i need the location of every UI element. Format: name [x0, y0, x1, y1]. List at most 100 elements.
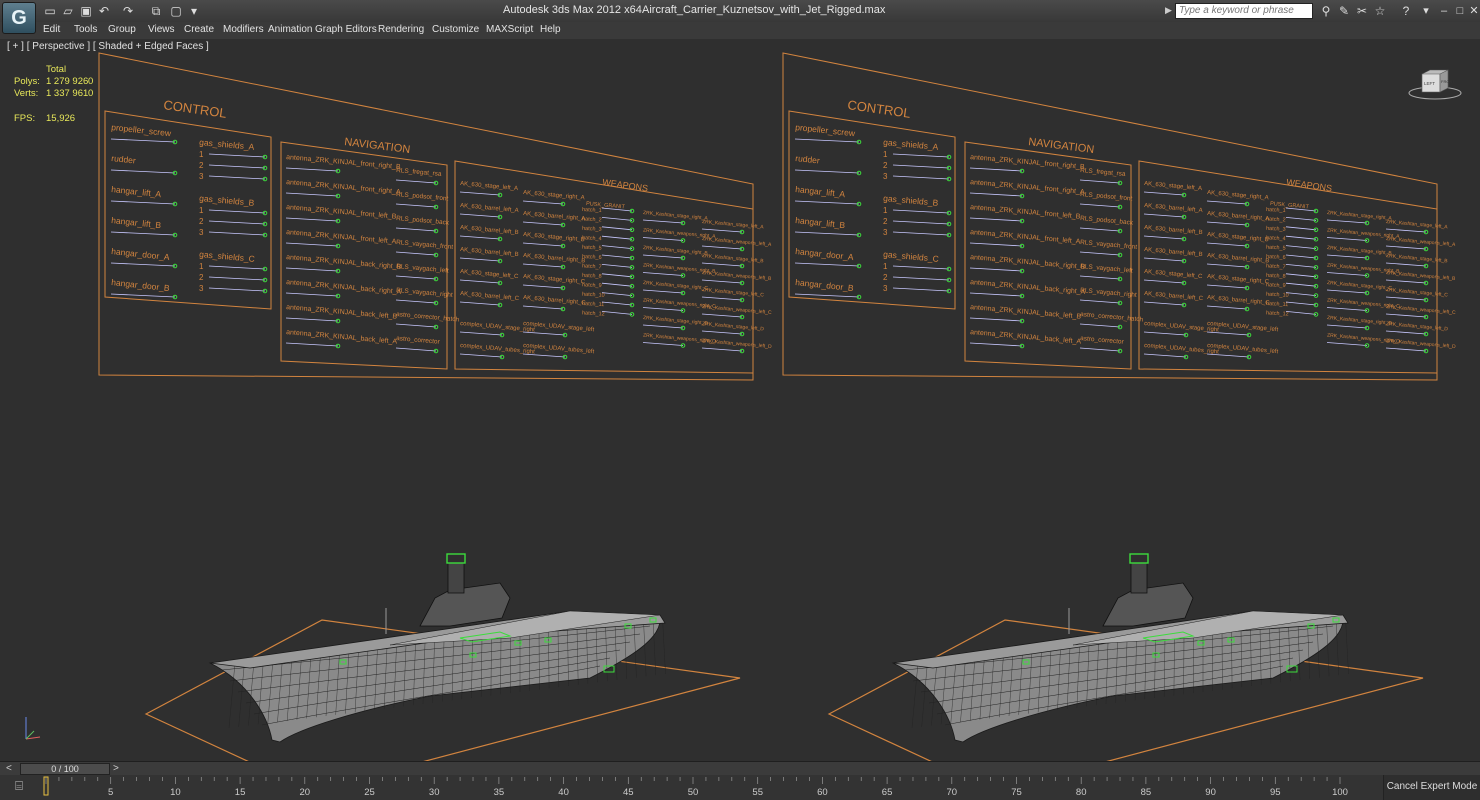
minimize-icon[interactable]: –	[1436, 3, 1452, 19]
weapons-slider	[1326, 289, 1368, 294]
menu-graph-editors[interactable]: Graph Editors	[315, 24, 377, 35]
redo-icon[interactable]: ↷	[120, 3, 136, 19]
weapons-slider	[459, 353, 503, 358]
weapons-label: AK_630_stage_right_A	[1207, 190, 1269, 201]
viewport-label[interactable]: [ + ] [ Perspective ] [ Shaded + Edged F…	[7, 41, 209, 52]
navigation-label: antenna_ZRK_KINJAL_front_left_A	[970, 229, 1081, 246]
app-logo-icon[interactable]: G	[2, 2, 36, 34]
weapons-label: AK_630_barrel_left_C	[1144, 291, 1204, 302]
weapons-label: ZRK_Kashtan_stage_left_B	[1386, 253, 1449, 264]
navigation-slider	[969, 267, 1023, 272]
communication-icon[interactable]: ✂	[1354, 3, 1370, 19]
weapons-slider	[1206, 263, 1248, 268]
navigation-label: astro_corrector	[396, 335, 441, 346]
gas-slider	[892, 153, 950, 158]
control-slider	[110, 262, 176, 267]
menu-help[interactable]: Help	[540, 24, 561, 35]
gas-slider	[892, 265, 950, 270]
new-icon[interactable]: ▭	[42, 3, 58, 19]
menu-views[interactable]: Views	[148, 24, 175, 35]
subscription-icon[interactable]: ✎	[1336, 3, 1352, 19]
weapons-slider	[1206, 221, 1248, 226]
ruler-tick-label: 80	[1076, 787, 1087, 798]
gas-slider	[208, 175, 266, 180]
weapons-slider	[459, 213, 501, 218]
hatch-slider	[601, 235, 633, 240]
gas-number: 1	[883, 262, 888, 271]
curve-editor-icon[interactable]: ⌸	[10, 777, 28, 795]
weapons-slider	[1206, 305, 1248, 310]
help-dropdown-icon[interactable]: ▾	[1418, 3, 1434, 19]
file-title: Aircraft_Carrier_Kuznetsov_with_Jet_Rigg…	[642, 4, 886, 16]
menu-rendering[interactable]: Rendering	[378, 24, 424, 35]
binoculars-icon[interactable]: ⚲	[1318, 3, 1334, 19]
time-slider-thumb[interactable]: 0 / 100	[20, 763, 110, 775]
cancel-expert-mode-button[interactable]: Cancel Expert Mode	[1383, 775, 1480, 800]
weapons-slider	[1385, 313, 1427, 318]
next-frame-button[interactable]: >	[113, 763, 119, 774]
menu-group[interactable]: Group	[108, 24, 136, 35]
gas-number: 2	[199, 217, 204, 226]
hatch-slider	[601, 273, 633, 278]
hatch-label: hatch_6	[582, 254, 602, 261]
app-window: ▭ ▱ ▣ ↶ ↷ ⧉ ▢ ▾ Autodesk 3ds Max 2012 x6…	[0, 0, 1480, 800]
control-title: CONTROL	[847, 97, 912, 121]
menu-modifiers[interactable]: Modifiers	[223, 24, 264, 35]
menu-customize[interactable]: Customize	[432, 24, 479, 35]
navigation-label: astro_corrector_hatch	[1080, 311, 1144, 324]
search-expand-icon[interactable]: ▶	[1165, 5, 1172, 16]
close-icon[interactable]: ✕	[1466, 3, 1480, 19]
navigation-label: antenna_ZRK_KINJAL_back_left_B	[970, 304, 1082, 321]
viewcube[interactable]: LEFT FRONT	[1408, 68, 1462, 100]
gas-number: 3	[883, 172, 888, 181]
hatch-slider	[601, 245, 633, 249]
gas-slider	[892, 287, 950, 292]
gas-slider	[892, 276, 950, 281]
navigation-slider	[395, 347, 437, 352]
menu-create[interactable]: Create	[184, 24, 214, 35]
perspective-viewport[interactable]: CONTROL propeller_screw rudder hangar_lift_…	[0, 39, 1480, 761]
hatch-slider	[1285, 311, 1317, 315]
open-icon[interactable]: ▱	[60, 3, 76, 19]
fps-value: 15,926	[46, 113, 76, 124]
menu-maxscript[interactable]: MAXScript	[486, 24, 533, 35]
menu-tools[interactable]: Tools	[74, 24, 97, 35]
weapons-slider	[522, 263, 564, 268]
weapons-slider	[522, 331, 566, 336]
project-icon[interactable]: ▾	[186, 3, 202, 19]
fetch-icon[interactable]: ▢	[168, 3, 184, 19]
navigation-label: RLS_fregat_rsa	[1080, 167, 1126, 178]
navigation-title: NAVIGATION	[1028, 136, 1095, 156]
navigation-label: RLS_vaygach_front	[1080, 239, 1138, 251]
weapons-slider	[1385, 279, 1427, 284]
save-icon[interactable]: ▣	[78, 3, 94, 19]
favorites-icon[interactable]: ☆	[1372, 3, 1388, 19]
gas-number: 3	[199, 172, 204, 181]
undo-icon[interactable]: ↶	[96, 3, 112, 19]
hatch-slider	[601, 264, 633, 268]
hatch-label: hatch_1	[582, 207, 602, 214]
menu-animation[interactable]: Animation	[268, 24, 312, 35]
menu-edit[interactable]: Edit	[43, 24, 60, 35]
navigation-label: antenna_ZRK_KINJAL_back_right_A	[970, 279, 1086, 296]
weapons-slider	[1143, 279, 1185, 284]
time-slider[interactable]: < 0 / 100 >	[0, 761, 1480, 775]
weapons-slider	[1206, 331, 1250, 336]
navigation-label: antenna_ZRK_KINJAL_front_right_A	[970, 179, 1085, 196]
hold-icon[interactable]: ⧉	[148, 3, 164, 19]
scene-canvas[interactable]: CONTROLpropeller_screwrudderhangar_lift_…	[0, 39, 1480, 761]
navigation-slider	[395, 299, 437, 304]
help-icon[interactable]: ?	[1398, 3, 1414, 19]
search-input[interactable]: Type a keyword or phrase	[1175, 3, 1313, 19]
hatch-label: hatch_6	[1266, 254, 1286, 261]
timeline-ruler[interactable]: 5 10 15 20 25 30 35 40 45 50 55 60 65 70 75 80 85 90 95 100	[36, 775, 1381, 800]
weapons-slider	[1326, 324, 1368, 329]
navigation-label: RLS_fregat_rsa	[396, 167, 442, 178]
hatch-slider	[1285, 282, 1317, 287]
weapons-slider	[1206, 284, 1248, 289]
weapons-slider	[1143, 213, 1185, 218]
prev-frame-button[interactable]: <	[6, 763, 12, 774]
axis-tripod	[25, 717, 41, 740]
gas-group-label: gas_shields_B	[199, 193, 255, 208]
polys-label: Polys:	[14, 76, 40, 87]
